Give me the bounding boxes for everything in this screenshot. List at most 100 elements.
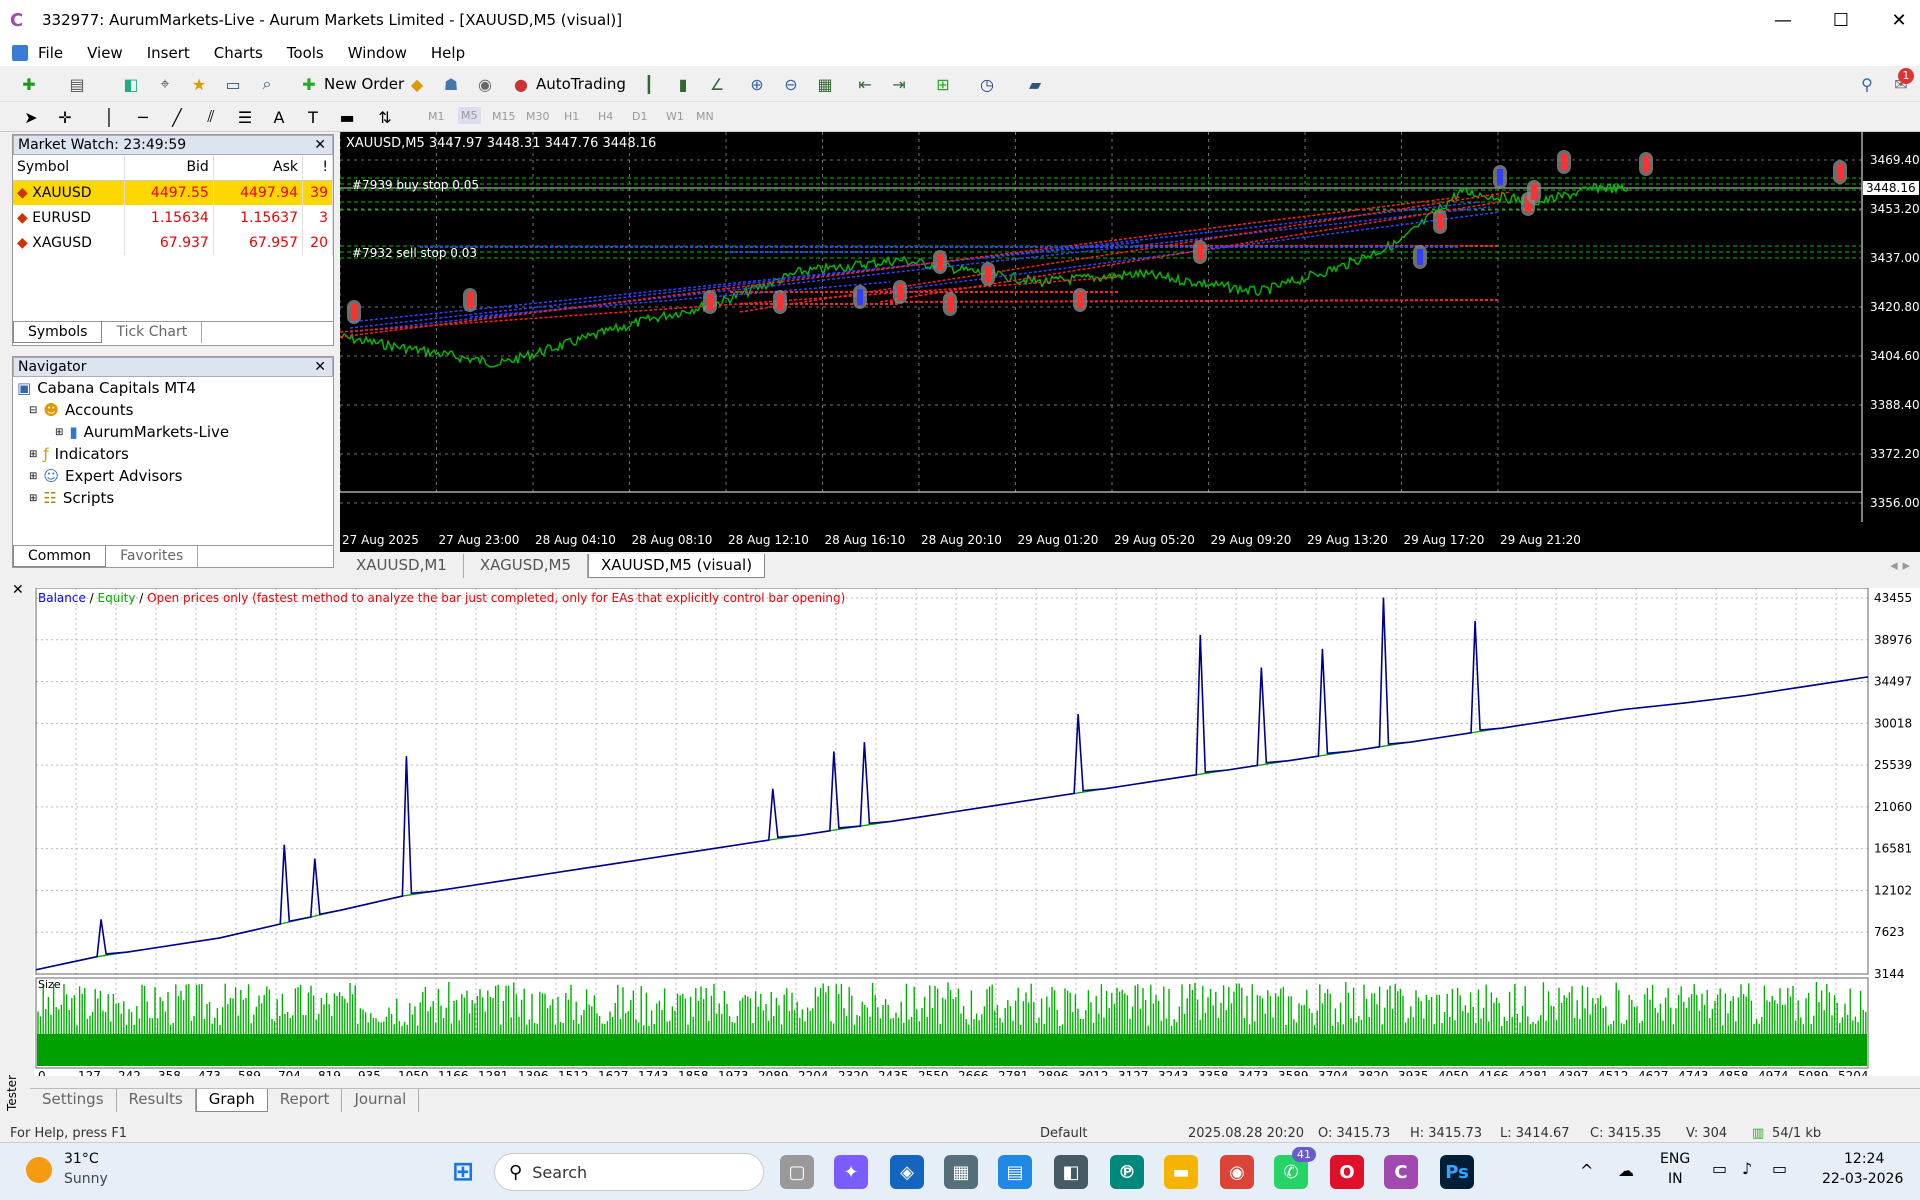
zoom-in-icon[interactable]: ⊕ [744, 71, 770, 97]
display-icon[interactable]: ▭ [1712, 1159, 1727, 1178]
tab-xauusd-m5-visual[interactable]: XAUUSD,M5 (visual) [588, 554, 766, 578]
table-row[interactable]: ◆ EURUSD 1.15634 1.15637 3 [13, 205, 333, 230]
weather-temp[interactable]: 31°C [64, 1151, 99, 1167]
task-view-icon[interactable]: ▢ [780, 1155, 814, 1189]
menu-tools[interactable]: Tools [287, 44, 324, 62]
chart-shift-icon[interactable]: ⇤ [852, 71, 878, 97]
tab-xagusd-m5[interactable]: XAGUSD,M5 [464, 554, 589, 578]
security-icon[interactable]: ◈ [890, 1155, 924, 1189]
chrome-icon[interactable]: ◉ [1220, 1155, 1254, 1189]
timeframe-m1[interactable]: M1 [428, 110, 445, 123]
new-order-icon[interactable]: ✚ [296, 71, 322, 97]
table-row[interactable]: ◆ XAUUSD 4497.55 4497.94 39 [13, 180, 333, 205]
timeframe-d1[interactable]: D1 [632, 110, 647, 123]
autotrading-icon[interactable]: ● [508, 71, 534, 97]
profiles-icon[interactable]: ▤ [64, 71, 90, 97]
new-chart-icon[interactable]: ✚ [16, 71, 42, 97]
arrows-icon[interactable]: ⇅ [372, 104, 398, 130]
close-button[interactable]: ✕ [1870, 0, 1920, 40]
app-p-icon[interactable]: ℗ [1110, 1155, 1144, 1189]
weather-condition[interactable]: Sunny [64, 1171, 108, 1187]
tab-settings[interactable]: Settings [30, 1089, 117, 1112]
menu-file[interactable]: File [38, 44, 63, 62]
collapse-icon[interactable]: ⊟ [29, 405, 37, 416]
minimize-button[interactable]: — [1754, 0, 1812, 40]
expand-icon[interactable]: ⊞ [29, 449, 37, 460]
text-icon[interactable]: A [266, 104, 292, 130]
autotrading-button[interactable]: AutoTrading [536, 75, 626, 93]
fibonacci-icon[interactable]: ☰ [232, 104, 258, 130]
table-row[interactable]: ◆ XAGUSD 67.937 67.957 20 [13, 230, 333, 255]
close-icon[interactable]: ✕ [12, 582, 24, 598]
tester-icon[interactable]: ⌕ [254, 71, 280, 97]
tab-journal[interactable]: Journal [342, 1089, 420, 1112]
tab-xauusd-m1[interactable]: XAUUSD,M1 [340, 554, 464, 578]
clock-date[interactable]: 22-03-2026 [1822, 1171, 1903, 1187]
expand-icon[interactable]: ⊞ [29, 471, 37, 482]
equidistant-channel-icon[interactable]: ⫽ [198, 104, 224, 130]
tab-scroll-icon[interactable]: ◂ ▸ [1880, 554, 1920, 578]
autoscroll-icon[interactable]: ⇥ [886, 71, 912, 97]
timeframe-h4[interactable]: H4 [598, 110, 613, 123]
clock-time[interactable]: 12:24 [1844, 1151, 1884, 1167]
language-top[interactable]: ENG [1660, 1151, 1690, 1167]
menu-insert[interactable]: Insert [147, 44, 190, 62]
bar-chart-icon[interactable]: ┃ [636, 71, 662, 97]
new-order-button[interactable]: New Order [324, 75, 404, 93]
timeframe-m5[interactable]: M5 [458, 107, 481, 124]
file-explorer-icon[interactable]: ▬ [1164, 1155, 1198, 1189]
tile-windows-icon[interactable]: ▦ [812, 71, 838, 97]
col-symbol[interactable]: Symbol [13, 155, 125, 181]
indicators-icon[interactable]: ⊞ [930, 71, 956, 97]
cloud-icon[interactable]: ☁ [1618, 1161, 1634, 1180]
col-bid[interactable]: Bid [124, 155, 214, 181]
tab-favorites[interactable]: Favorites [106, 546, 199, 567]
search-icon[interactable]: ⚲ [1854, 71, 1880, 97]
tab-report[interactable]: Report [268, 1089, 343, 1112]
text-label-icon[interactable]: T [300, 104, 326, 130]
trendline-icon[interactable]: ╱ [164, 104, 190, 130]
timeframe-h1[interactable]: H1 [564, 110, 579, 123]
signals-icon[interactable]: ☗ [438, 71, 464, 97]
col-spread[interactable]: ! [302, 155, 333, 181]
menu-window[interactable]: Window [348, 44, 407, 62]
language-bottom[interactable]: IN [1668, 1171, 1683, 1187]
close-icon[interactable]: ✕ [314, 359, 326, 375]
expand-icon[interactable]: ⊞ [55, 427, 63, 438]
maximize-button[interactable]: ☐ [1812, 0, 1870, 40]
remote-desktop-icon[interactable]: ◧ [1054, 1155, 1088, 1189]
navigator-icon[interactable]: ★ [186, 71, 212, 97]
metaeditor-icon[interactable]: ◆ [404, 71, 430, 97]
terminal-icon[interactable]: ▭ [220, 71, 246, 97]
mt4-icon[interactable]: C [1384, 1155, 1418, 1189]
tab-graph[interactable]: Graph [195, 1089, 268, 1112]
opera-icon[interactable]: O [1330, 1155, 1364, 1189]
windows-start-icon[interactable]: ⊞ [446, 1155, 480, 1189]
rectangle-icon[interactable]: ▬ [334, 104, 360, 130]
tab-tick-chart[interactable]: Tick Chart [102, 322, 203, 343]
tree-scripts[interactable]: ⊞ ☷ Scripts [17, 487, 333, 509]
menu-help[interactable]: Help [431, 44, 465, 62]
col-ask[interactable]: Ask [213, 155, 304, 181]
tray-chevron-icon[interactable]: ^ [1580, 1161, 1593, 1180]
market-icon[interactable]: ◉ [472, 71, 498, 97]
market-watch-icon[interactable]: ◧ [118, 71, 144, 97]
expand-icon[interactable]: ⊞ [29, 493, 37, 504]
crosshair-icon[interactable]: ✛ [52, 104, 78, 130]
photoshop-icon[interactable]: Ps [1440, 1155, 1474, 1189]
vertical-line-icon[interactable]: │ [96, 104, 122, 130]
tab-results[interactable]: Results [117, 1089, 196, 1112]
zoom-out-icon[interactable]: ⊖ [778, 71, 804, 97]
notepad-icon[interactable]: ▤ [998, 1155, 1032, 1189]
taskbar-search[interactable]: ⚲ Search [494, 1153, 764, 1191]
horizontal-line-icon[interactable]: ─ [130, 104, 156, 130]
tree-expert-advisors[interactable]: ⊞ ☺ Expert Advisors [17, 465, 333, 487]
weather-sun-icon[interactable] [26, 1157, 52, 1183]
periods-icon[interactable]: ◷ [974, 71, 1000, 97]
tree-accounts[interactable]: ⊟ ☻ Accounts [17, 399, 333, 421]
copilot-icon[interactable]: ✦ [834, 1155, 868, 1189]
tab-common[interactable]: Common [13, 546, 107, 567]
data-window-icon[interactable]: ⌖ [152, 71, 178, 97]
calculator-icon[interactable]: ▦ [944, 1155, 978, 1189]
menu-view[interactable]: View [87, 44, 123, 62]
